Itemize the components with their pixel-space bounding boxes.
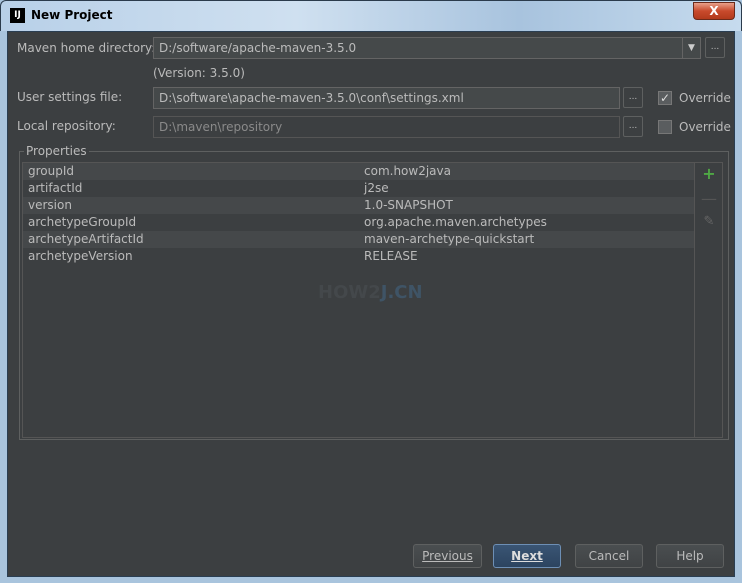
user-settings-browse-button[interactable]: ... xyxy=(623,87,643,108)
cancel-button[interactable]: Cancel xyxy=(575,544,643,568)
maven-home-combo[interactable]: D:/software/apache-maven-3.5.0 xyxy=(153,37,701,59)
table-row[interactable]: archetypeArtifactId maven-archetype-quick… xyxy=(23,231,694,248)
property-key: groupId xyxy=(28,164,75,178)
maven-version-text: (Version: 3.5.0) xyxy=(153,66,245,80)
maven-home-label: Maven home directory: xyxy=(17,41,156,55)
properties-title: Properties xyxy=(24,144,89,158)
maven-home-value: D:/software/apache-maven-3.5.0 xyxy=(159,41,357,55)
property-key: archetypeGroupId xyxy=(28,215,137,229)
local-repo-override-checkbox[interactable] xyxy=(658,120,672,134)
intellij-logo-icon: IJ xyxy=(10,8,25,23)
properties-toolbar: + — ✎ xyxy=(695,162,723,438)
local-repo-input[interactable]: D:\maven\repository xyxy=(153,116,620,138)
user-settings-override-checkbox[interactable]: ✓ xyxy=(658,91,672,105)
property-value: 1.0-SNAPSHOT xyxy=(364,198,453,212)
title-bar: IJ New Project X xyxy=(0,0,742,31)
property-key: artifactId xyxy=(28,181,83,195)
user-settings-value: D:\software\apache-maven-3.5.0\conf\sett… xyxy=(159,91,464,105)
checkmark-icon: ✓ xyxy=(659,91,671,105)
user-settings-override-label: Override xyxy=(679,91,731,105)
table-row[interactable]: archetypeGroupId org.apache.maven.archety… xyxy=(23,214,694,231)
table-row[interactable]: version 1.0-SNAPSHOT xyxy=(23,197,694,214)
property-key: archetypeVersion xyxy=(28,249,133,263)
local-repo-value: D:\maven\repository xyxy=(159,120,283,134)
property-value: maven-archetype-quickstart xyxy=(364,232,535,246)
previous-label: Previous xyxy=(422,549,473,563)
local-repo-browse-button[interactable]: ... xyxy=(623,116,643,137)
plus-icon[interactable]: + xyxy=(700,164,718,183)
property-key: archetypeArtifactId xyxy=(28,232,144,246)
next-label: Next xyxy=(511,549,543,563)
chevron-down-icon[interactable]: ▼ xyxy=(682,38,700,58)
close-button[interactable]: X xyxy=(693,2,735,20)
watermark: HOW2J.CN xyxy=(318,282,423,303)
property-value: RELEASE xyxy=(364,249,418,263)
user-settings-input[interactable]: D:\software\apache-maven-3.5.0\conf\sett… xyxy=(153,87,620,109)
user-settings-label: User settings file: xyxy=(17,90,123,104)
property-value: com.how2java xyxy=(364,164,451,178)
table-row[interactable]: archetypeVersion RELEASE xyxy=(23,248,694,265)
next-button[interactable]: Next xyxy=(493,544,561,568)
maven-home-browse-button[interactable]: ... xyxy=(705,37,725,58)
pencil-icon[interactable]: ✎ xyxy=(700,214,718,229)
property-key: version xyxy=(28,198,72,212)
table-row[interactable]: artifactId j2se xyxy=(23,180,694,197)
window-title: New Project xyxy=(31,8,113,22)
local-repo-override-label: Override xyxy=(679,120,731,134)
minus-icon[interactable]: — xyxy=(700,189,718,208)
help-button[interactable]: Help xyxy=(656,544,724,568)
property-value: j2se xyxy=(364,181,389,195)
dialog-body: Maven home directory: D:/software/apache… xyxy=(7,31,735,577)
local-repo-label: Local repository: xyxy=(17,119,116,133)
property-value: org.apache.maven.archetypes xyxy=(364,215,547,229)
table-row[interactable]: groupId com.how2java xyxy=(23,163,694,180)
previous-button[interactable]: Previous xyxy=(413,544,482,568)
